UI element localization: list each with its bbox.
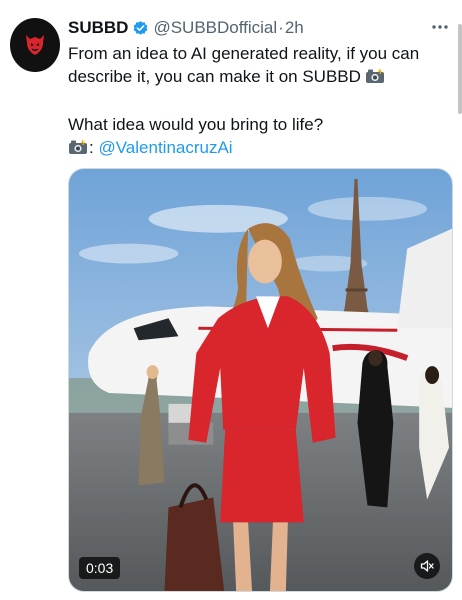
page-scrollbar[interactable] [458, 24, 462, 114]
camera-flash-icon [68, 138, 88, 161]
mute-toggle-icon[interactable] [414, 553, 440, 579]
tweet-card[interactable]: SUBBD @SUBBDofficial · 2h From an idea t… [0, 0, 462, 600]
more-options-icon[interactable] [428, 18, 452, 36]
tweet-text: From an idea to AI generated reality, if… [68, 42, 440, 161]
video-frame [69, 169, 452, 591]
tweet-credit-line: : @ValentinacruzAi [68, 136, 440, 161]
video-duration: 0:03 [79, 557, 121, 579]
separator-dot: · [278, 18, 284, 37]
author-handle[interactable]: @SUBBDofficial [153, 18, 277, 38]
avatar[interactable] [10, 18, 60, 72]
tweet-text-line: What idea would you bring to life? [68, 115, 324, 134]
author-name[interactable]: SUBBD [68, 18, 128, 38]
tweet-timestamp[interactable]: 2h [285, 18, 304, 38]
tweet-text-fragment: describe it, you can make it on SUBBD [68, 67, 361, 86]
tweet-header: SUBBD @SUBBDofficial · 2h [68, 17, 304, 39]
credit-colon: : [89, 138, 94, 157]
tweet-text-line: From an idea to AI generated reality, if… [68, 44, 420, 63]
verified-badge-icon [132, 20, 149, 37]
mention-link[interactable]: @ValentinacruzAi [98, 138, 232, 157]
camera-flash-icon [365, 67, 385, 90]
subbd-logo-icon [26, 35, 44, 55]
tweet-text-line: describe it, you can make it on SUBBD [68, 65, 440, 90]
video-player[interactable]: 0:03 [68, 168, 453, 592]
